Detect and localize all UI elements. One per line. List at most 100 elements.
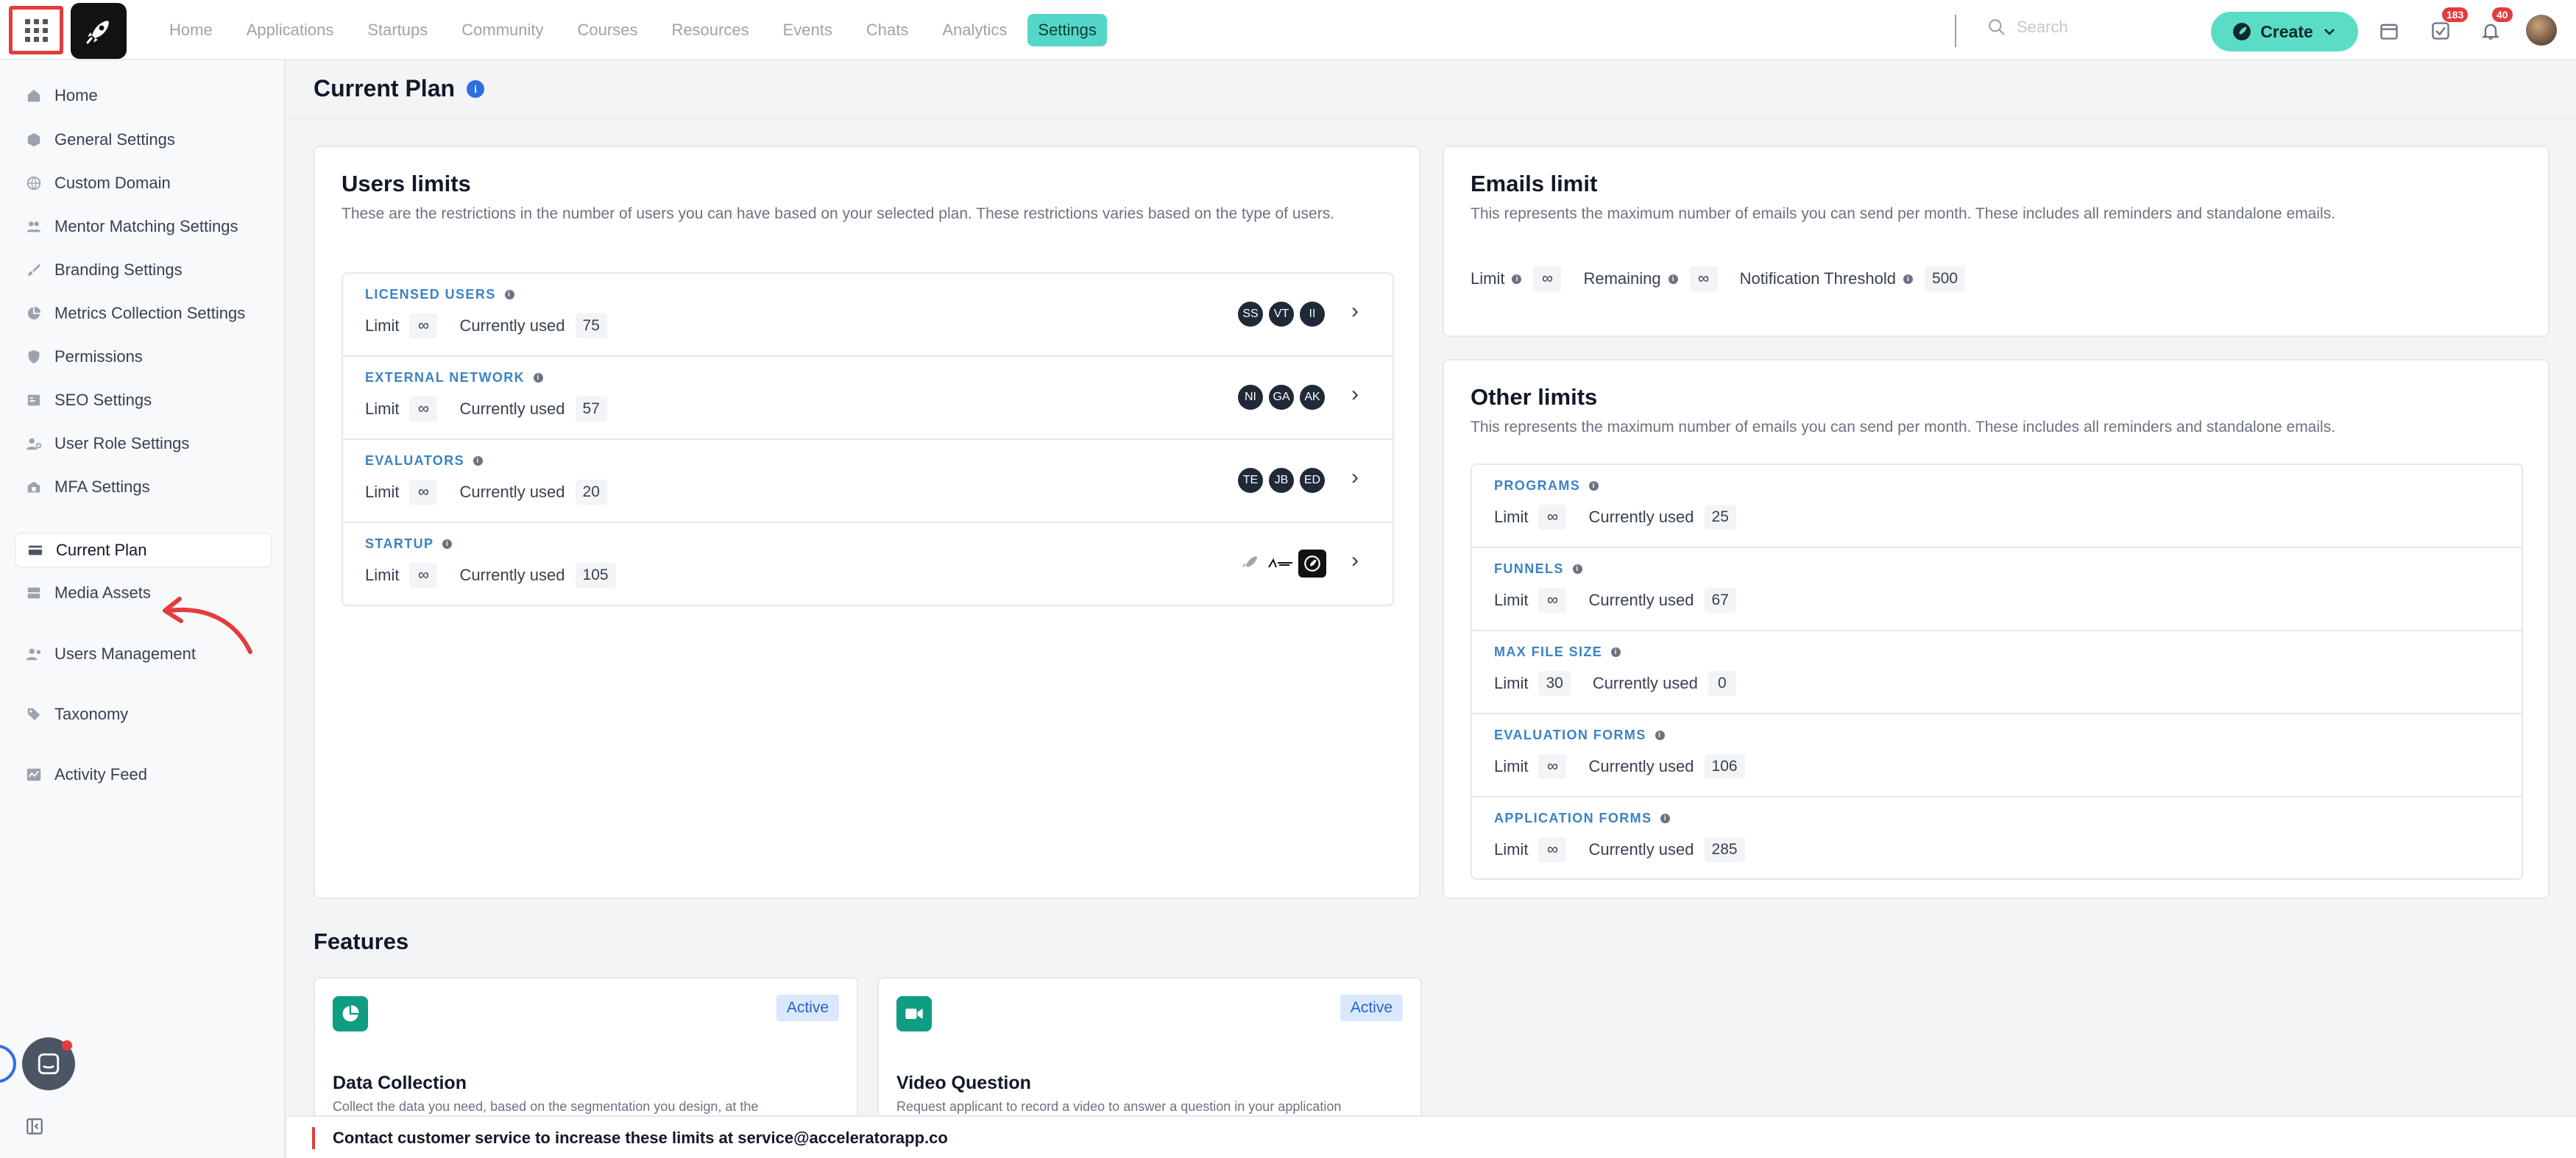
users-limits-desc: These are the restrictions in the number…	[342, 205, 1335, 222]
collapse-sidebar-button[interactable]	[25, 1117, 44, 1140]
sidebar-item-label: Home	[54, 86, 98, 104]
app-logo[interactable]	[71, 3, 127, 59]
sidebar-item-general-settings[interactable]: General Settings	[15, 122, 272, 157]
page-title-text: Current Plan	[314, 75, 456, 102]
sidebar-item-mfa[interactable]: MFA Settings	[15, 469, 272, 505]
sidebar-item-label: Mentor Matching Settings	[54, 217, 238, 235]
feature-card-data-collection[interactable]: Active Data Collection Collect the data …	[314, 977, 858, 1124]
limit-row-evaluation-forms: EVALUATION FORMS i Limit ∞ Currently used…	[1472, 714, 2522, 798]
used-value: 25	[1704, 505, 1736, 530]
sidebar-item-permissions[interactable]: Permissions	[15, 339, 272, 374]
chat-widget-button[interactable]	[22, 1037, 75, 1090]
sidebar-item-label: User Role Settings	[54, 434, 190, 452]
avatar-stack: TE JB ED	[1236, 466, 1326, 494]
sidebar-item-label: MFA Settings	[54, 477, 150, 496]
info-icon[interactable]: i	[1512, 274, 1522, 284]
help-ring[interactable]	[0, 1045, 16, 1083]
info-icon[interactable]: i	[1668, 274, 1678, 284]
sidebar-item-branding[interactable]: Branding Settings	[15, 252, 272, 288]
info-icon[interactable]: i	[1572, 564, 1582, 574]
user-avatar[interactable]	[2526, 15, 2557, 46]
chevron-right-icon[interactable]: ›	[1351, 382, 1359, 407]
nav-home[interactable]: Home	[156, 15, 226, 46]
info-icon[interactable]: i	[1655, 731, 1665, 740]
sidebar-item-taxonomy[interactable]: Taxonomy	[15, 697, 272, 732]
info-icon[interactable]: i	[1903, 274, 1913, 284]
wordmark-logo-icon	[1268, 558, 1292, 568]
sidebar-item-metrics-collection[interactable]: Metrics Collection Settings	[15, 296, 272, 331]
chart-pie-icon	[25, 305, 43, 322]
apps-grid-icon	[24, 18, 48, 42]
sidebar-item-activity-feed[interactable]: Activity Feed	[15, 757, 272, 792]
limit-value: ∞	[1538, 837, 1567, 862]
used-label: Currently used	[1588, 757, 1694, 775]
limit-value: 30	[1538, 671, 1571, 696]
sidebar-item-current-plan[interactable]: Current Plan	[15, 533, 272, 568]
chevron-down-icon	[2324, 29, 2335, 35]
sidebar-item-label: Media Assets	[54, 583, 151, 602]
feature-card-video-question[interactable]: Active Video Question Request applicant …	[877, 977, 1422, 1124]
emails-limit-values: Limit i ∞ Remaining i ∞ Notification Thr…	[1471, 266, 1987, 291]
used-label: Currently used	[1588, 591, 1694, 609]
nav-analytics[interactable]: Analytics	[929, 15, 1020, 46]
sidebar-item-user-role[interactable]: User Role Settings	[15, 426, 272, 461]
limit-label: Limit	[1494, 508, 1529, 526]
info-icon[interactable]: i	[442, 539, 453, 549]
sidebar-item-home[interactable]: Home	[15, 78, 272, 113]
apps-grid-button[interactable]	[9, 6, 63, 54]
limit-row-licensed-users[interactable]: LICENSED USERS i Limit ∞ Currently used 7…	[343, 274, 1393, 357]
limit-row-external-network[interactable]: EXTERNAL NETWORK i Limit ∞ Currently used…	[343, 357, 1393, 440]
avatar: ED	[1298, 466, 1326, 494]
startup-logo	[1298, 550, 1326, 578]
nav-events[interactable]: Events	[770, 15, 846, 46]
nav-courses[interactable]: Courses	[565, 15, 651, 46]
brush-icon	[25, 261, 43, 279]
limit-label: Limit	[1494, 674, 1529, 692]
info-icon[interactable]: i	[534, 373, 544, 383]
nav-community[interactable]: Community	[448, 15, 556, 46]
sidebar-item-mentor-matching[interactable]: Mentor Matching Settings	[15, 209, 272, 244]
info-icon[interactable]: i	[473, 456, 484, 466]
avatar: VT	[1267, 300, 1295, 328]
avatar: JB	[1267, 466, 1295, 494]
search-input[interactable]: Search	[1987, 18, 2068, 37]
info-icon[interactable]: i	[467, 79, 485, 98]
limit-value: ∞	[409, 563, 438, 588]
chevron-right-icon[interactable]: ›	[1351, 299, 1359, 324]
used-value: 105	[575, 563, 616, 588]
calendar-icon	[2380, 24, 2398, 40]
cube-icon	[25, 131, 43, 149]
row-title: EXTERNAL NETWORK	[365, 370, 526, 385]
limit-row-evaluators[interactable]: EVALUATORS i Limit ∞ Currently used 20 TE…	[343, 440, 1393, 523]
sidebar-item-label: Taxonomy	[54, 705, 129, 723]
info-icon[interactable]: i	[1589, 481, 1599, 491]
limit-row-startup[interactable]: STARTUP i Limit ∞ Currently used 105 ›	[343, 523, 1393, 605]
chat-icon	[38, 1053, 60, 1075]
feature-desc: Request applicant to record a video to a…	[896, 1099, 1342, 1114]
info-icon[interactable]: i	[1611, 647, 1621, 657]
nav-startups[interactable]: Startups	[354, 15, 441, 46]
nav-resources[interactable]: Resources	[658, 15, 762, 46]
info-icon[interactable]: i	[504, 290, 514, 299]
tasks-button[interactable]: 183	[2427, 7, 2469, 44]
nav-settings[interactable]: Settings	[1027, 14, 1107, 46]
limit-value: ∞	[1538, 505, 1567, 530]
annotation-arrow	[163, 597, 252, 654]
sidebar-item-label: General Settings	[54, 130, 175, 149]
chevron-right-icon[interactable]: ›	[1351, 465, 1359, 490]
users-manage-icon	[25, 645, 43, 663]
chevron-right-icon[interactable]: ›	[1351, 548, 1359, 573]
user-gear-icon	[25, 435, 43, 452]
info-icon[interactable]: i	[1660, 814, 1671, 823]
limit-row-funnels: FUNNELS i Limit ∞ Currently used 67	[1472, 548, 2522, 631]
row-title: LICENSED USERS	[365, 287, 496, 302]
sidebar-item-seo[interactable]: SEO Settings	[15, 383, 272, 418]
row-title: PROGRAMS	[1494, 478, 1581, 493]
sidebar-item-custom-domain[interactable]: Custom Domain	[15, 166, 272, 201]
create-button[interactable]: Create	[2211, 12, 2358, 51]
nav-applications[interactable]: Applications	[233, 15, 347, 46]
notifications-button[interactable]: 40	[2477, 7, 2513, 44]
nav-chats[interactable]: Chats	[853, 15, 921, 46]
tasks-badge: 183	[2442, 7, 2469, 22]
calendar-button[interactable]	[2376, 18, 2402, 44]
